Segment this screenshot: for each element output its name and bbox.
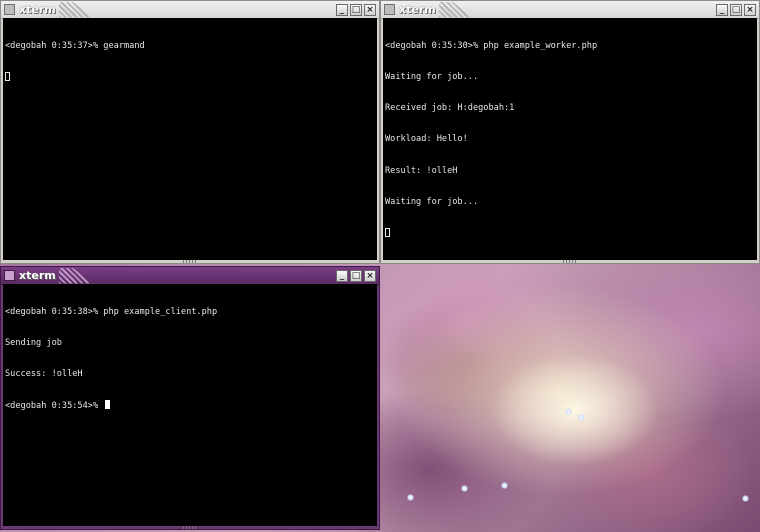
xterm-window-client[interactable]: xterm _ □ × <degobah 0:35:38>% php examp… [0, 266, 380, 530]
star [578, 414, 585, 421]
star [501, 482, 508, 489]
resize-handle[interactable] [183, 260, 197, 263]
minimize-button[interactable]: _ [716, 3, 728, 16]
close-button[interactable]: × [364, 3, 376, 16]
window-title: xterm [19, 3, 56, 16]
maximize-button[interactable]: □ [730, 3, 742, 16]
star [461, 485, 468, 492]
terminal-cursor [5, 72, 10, 82]
terminal-line: Workload: Hello! [385, 134, 468, 145]
terminal-cursor [385, 228, 390, 238]
window-titlebar[interactable]: xterm _ □ × [1, 267, 379, 285]
minimize-button[interactable]: _ [336, 269, 348, 282]
close-button[interactable]: × [364, 269, 376, 282]
window-menu-icon[interactable] [384, 4, 395, 15]
terminal-line: Result: !olleH [385, 165, 458, 176]
xterm-window-worker[interactable]: xterm _ □ × <degobah 0:35:30>% php examp… [380, 0, 760, 264]
xterm-window-gearmand[interactable]: xterm _ □ × <degobah 0:35:37>% gearmand [0, 0, 380, 264]
close-button[interactable]: × [744, 3, 756, 16]
resize-handle[interactable] [183, 526, 197, 529]
window-menu-icon[interactable] [4, 4, 15, 15]
terminal-line: Waiting for job... [385, 196, 479, 207]
terminal-line: Waiting for job... [385, 72, 479, 83]
maximize-button[interactable]: □ [350, 269, 362, 282]
terminal-line: Sending job [5, 338, 62, 349]
terminal-area[interactable]: <degobah 0:35:38>% php example_client.ph… [3, 284, 377, 526]
maximize-button[interactable]: □ [350, 3, 362, 16]
window-title: xterm [19, 269, 56, 282]
terminal-area[interactable]: <degobah 0:35:30>% php example_worker.ph… [383, 18, 757, 260]
star [407, 494, 414, 501]
star [565, 408, 572, 415]
terminal-line: Received job: H:degobah:1 [385, 103, 515, 114]
minimize-button[interactable]: _ [336, 3, 348, 16]
window-title: xterm [399, 3, 436, 16]
titlebar-decoration [438, 1, 473, 18]
terminal-area[interactable]: <degobah 0:35:37>% gearmand [3, 18, 377, 260]
terminal-line: Success: !olleH [5, 369, 83, 380]
star [742, 495, 749, 502]
terminal-prompt: <degobah 0:35:54>% [5, 401, 104, 412]
terminal-line: <degobah 0:35:30>% php example_worker.ph… [385, 40, 598, 51]
terminal-line: <degobah 0:35:37>% gearmand [5, 40, 145, 51]
window-titlebar[interactable]: xterm _ □ × [1, 1, 379, 19]
terminal-line: <degobah 0:35:38>% php example_client.ph… [5, 306, 218, 317]
window-menu-icon[interactable] [4, 270, 15, 281]
terminal-cursor [105, 400, 111, 410]
titlebar-decoration [58, 1, 93, 18]
resize-handle[interactable] [563, 260, 577, 263]
titlebar-decoration [58, 267, 93, 284]
window-titlebar[interactable]: xterm _ □ × [381, 1, 759, 19]
